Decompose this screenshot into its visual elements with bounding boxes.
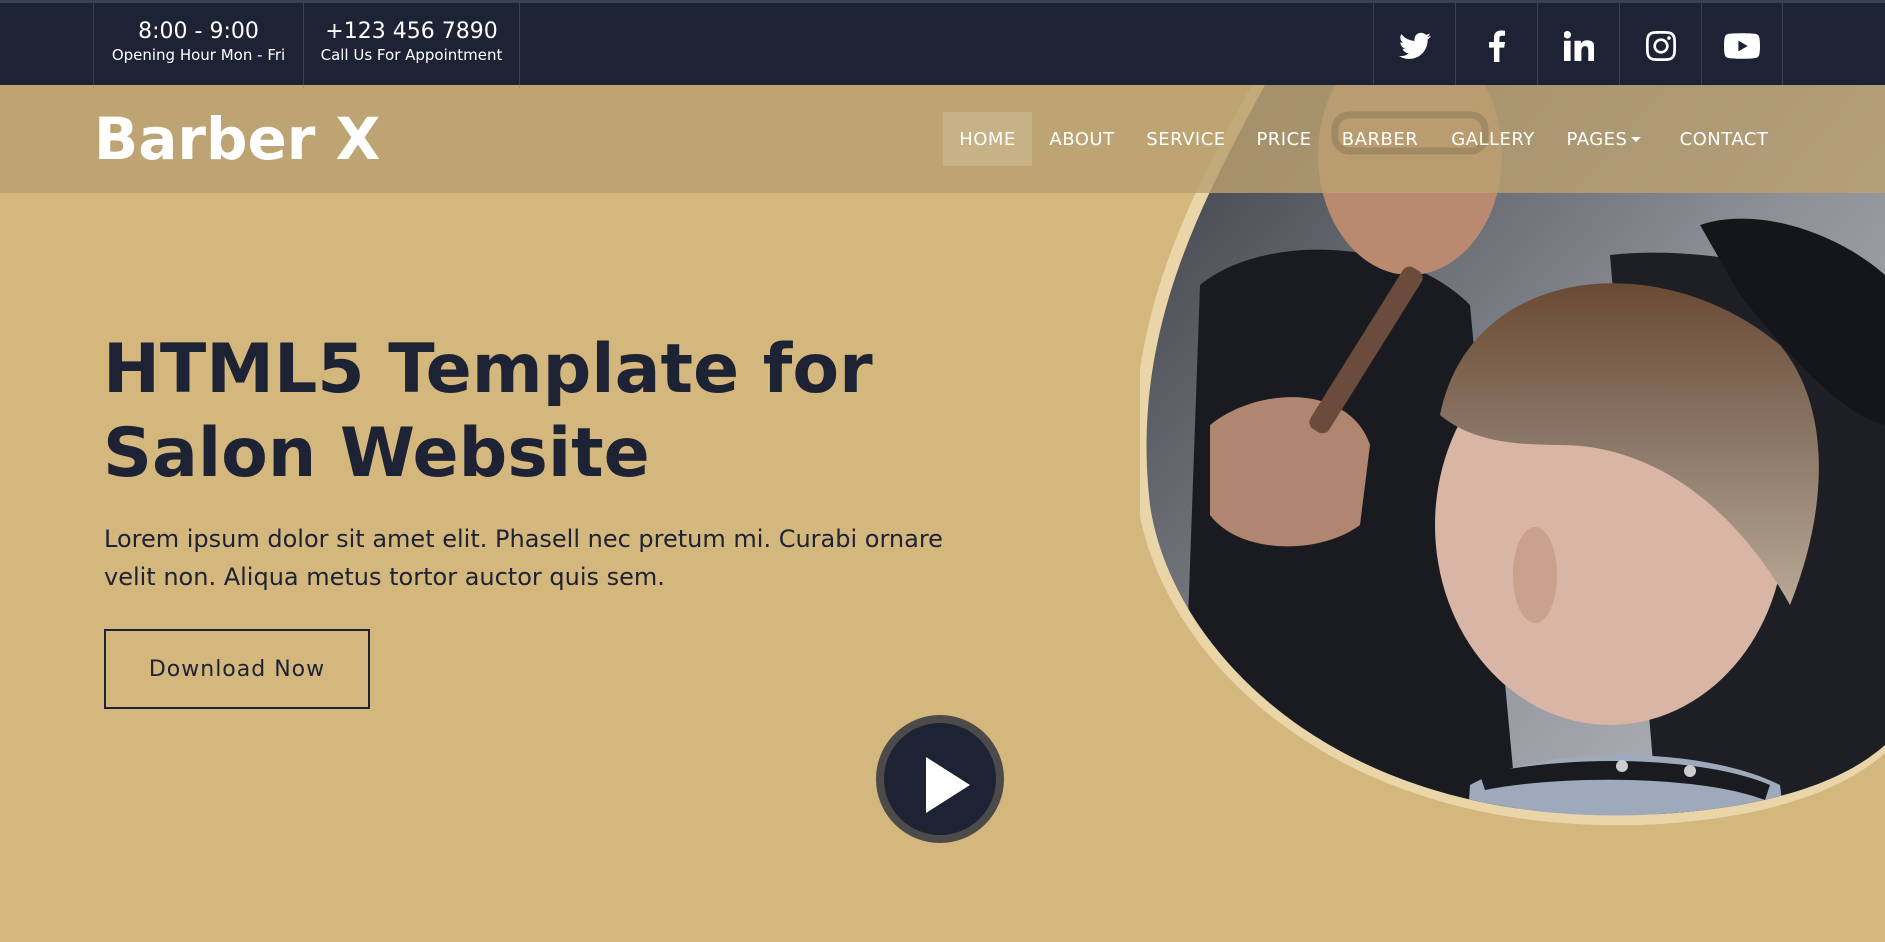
- nav-item-barber[interactable]: BARBER: [1332, 112, 1428, 166]
- hero-title-line1: HTML5 Template for: [103, 330, 873, 409]
- play-video-button[interactable]: [876, 715, 1004, 843]
- youtube-link[interactable]: [1701, 3, 1783, 88]
- brand-logo[interactable]: Barber X: [94, 105, 380, 173]
- facebook-icon: [1488, 29, 1505, 62]
- hero-title-line2: Salon Website: [103, 414, 650, 493]
- facebook-link[interactable]: [1455, 3, 1537, 88]
- instagram-icon: [1645, 30, 1676, 61]
- nav-item-price[interactable]: PRICE: [1248, 112, 1320, 166]
- opening-hours-value: 8:00 - 9:00: [138, 19, 259, 44]
- hero-description: Lorem ipsum dolor sit amet elit. Phasell…: [104, 520, 944, 596]
- youtube-icon: [1724, 32, 1760, 59]
- nav-item-contact[interactable]: CONTACT: [1666, 112, 1782, 166]
- download-now-button[interactable]: Download Now: [104, 629, 370, 709]
- phone-number: +123 456 7890: [325, 19, 498, 44]
- linkedin-link[interactable]: [1537, 3, 1619, 88]
- nav-item-service[interactable]: SERVICE: [1136, 112, 1236, 166]
- phone-label: Call Us For Appointment: [320, 46, 503, 64]
- instagram-link[interactable]: [1619, 3, 1701, 88]
- hero-title: HTML5 Template for Salon Website: [103, 328, 1003, 496]
- nav-item-home[interactable]: HOME: [943, 112, 1032, 166]
- nav-item-gallery[interactable]: GALLERY: [1440, 112, 1546, 166]
- phone-info: +123 456 7890 Call Us For Appointment: [303, 3, 520, 88]
- twitter-icon: [1398, 32, 1431, 59]
- hero-description-line1: Lorem ipsum dolor sit amet elit. Phasell…: [104, 525, 943, 553]
- play-icon: [926, 757, 970, 813]
- opening-hours: 8:00 - 9:00 Opening Hour Mon - Fri: [93, 3, 304, 88]
- nav-item-pages[interactable]: PAGES: [1556, 112, 1652, 166]
- hero-barber-photo: [1140, 85, 1885, 826]
- opening-hours-label: Opening Hour Mon - Fri: [111, 46, 286, 64]
- nav-item-pages-label: PAGES: [1566, 128, 1628, 150]
- linkedin-icon: [1563, 30, 1594, 61]
- caret-down-icon: [1631, 136, 1642, 142]
- twitter-link[interactable]: [1373, 3, 1455, 88]
- hero-description-line2: velit non. Aliqua metus tortor auctor qu…: [104, 563, 665, 591]
- main-navbar: Barber X HOME ABOUT SERVICE PRICE BARBER…: [0, 85, 1885, 193]
- top-bar: 8:00 - 9:00 Opening Hour Mon - Fri +123 …: [0, 0, 1885, 88]
- nav-item-about[interactable]: ABOUT: [1036, 112, 1128, 166]
